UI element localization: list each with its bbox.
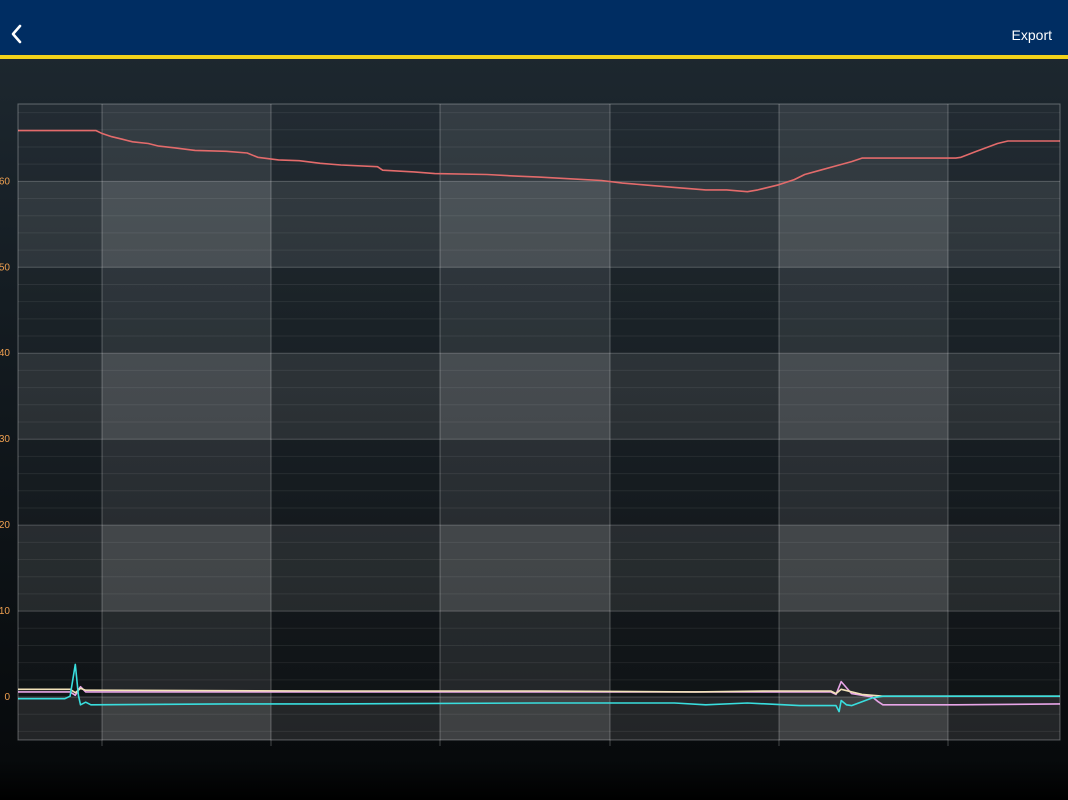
line-chart: 0 10 20 30 40 50 60: [0, 103, 1061, 746]
chart-band: [271, 439, 440, 525]
chart-band: [271, 104, 440, 181]
chart-band: [948, 439, 1060, 525]
chart-band: [610, 104, 779, 181]
y-tick-label: 30: [0, 434, 10, 445]
chart-band: [102, 611, 271, 698]
y-tick-label: 0: [4, 692, 10, 703]
chart-band: [440, 525, 610, 612]
chart-band: [102, 439, 271, 526]
chart-band: [440, 104, 610, 182]
chart-band: [779, 697, 948, 740]
y-tick-label: 20: [0, 520, 10, 531]
chart-band: [18, 525, 102, 612]
chart-band: [948, 181, 1060, 268]
app-screen: Export 0 10 20 30 40 50 60: [0, 0, 1068, 800]
chart-band: [271, 525, 440, 612]
chart-band: [610, 439, 779, 525]
chart-band: [102, 181, 271, 268]
chart-band: [18, 181, 102, 268]
chart-band: [779, 267, 948, 354]
chart-band: [610, 181, 779, 268]
chart-band: [779, 439, 948, 526]
chart-band: [102, 525, 271, 612]
chart-band: [18, 439, 102, 525]
chart-band: [948, 525, 1060, 612]
chart-band: [440, 353, 610, 440]
chart-band: [948, 267, 1060, 353]
chevron-left-icon: [11, 24, 22, 44]
back-button[interactable]: [4, 18, 30, 52]
chart-band: [610, 267, 779, 353]
chart-band: [440, 611, 610, 698]
chart-band: [18, 104, 102, 181]
chart-band: [779, 181, 948, 268]
chart-band: [18, 353, 102, 440]
chart-band: [610, 525, 779, 612]
chart-band: [779, 353, 948, 440]
chart-band: [948, 353, 1060, 440]
y-axis-ticks: 0 10 20 30 40 50 60: [0, 176, 10, 703]
chart-band: [102, 267, 271, 354]
chart-band: [440, 267, 610, 354]
chart-band: [440, 181, 610, 268]
chart-band: [271, 181, 440, 268]
chart-band: [271, 267, 440, 353]
chart-band: [610, 611, 779, 697]
y-tick-label: 10: [0, 606, 10, 617]
chart-band: [271, 611, 440, 697]
chart-band: [271, 353, 440, 440]
y-tick-label: 50: [0, 262, 10, 273]
chart-band: [779, 104, 948, 182]
chart-band: [610, 353, 779, 440]
chart-band: [948, 611, 1060, 697]
y-tick-label: 40: [0, 348, 10, 359]
chart-band: [102, 104, 271, 182]
chart-area: 0 10 20 30 40 50 60: [0, 59, 1068, 800]
y-tick-label: 60: [0, 176, 10, 187]
header-bar: Export: [0, 0, 1068, 59]
chart-band: [18, 267, 102, 353]
export-button[interactable]: Export: [1012, 27, 1052, 43]
chart-band: [779, 611, 948, 698]
chart-band: [102, 353, 271, 440]
chart-band: [440, 439, 610, 526]
chart-band: [779, 525, 948, 612]
chart-band: [18, 611, 102, 697]
